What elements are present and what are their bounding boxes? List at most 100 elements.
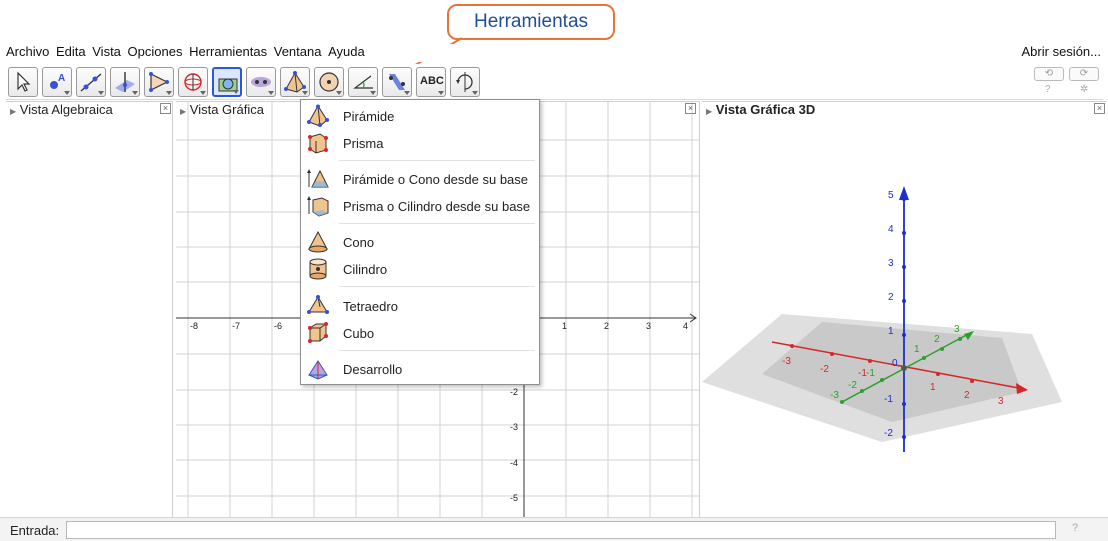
x3d-tick-label: -2	[820, 364, 829, 375]
tool-text[interactable]: ABC	[416, 67, 446, 97]
menu-archivo[interactable]: Archivo	[6, 44, 49, 59]
menu-item-piramide-desde-base[interactable]: Pirámide o Cono desde su base	[303, 166, 537, 192]
menu-item-label: Tetraedro	[343, 299, 398, 314]
y3d-tick-label: -2	[848, 380, 857, 391]
cylinder-icon	[309, 258, 327, 280]
z-tick-label: 4	[888, 224, 894, 235]
menu-separator	[339, 286, 535, 287]
tool-line[interactable]	[76, 67, 106, 97]
menu-item-cilindro[interactable]: Cilindro	[303, 256, 537, 282]
extrude-pyramid-icon	[307, 169, 329, 188]
menu-item-label: Desarrollo	[343, 362, 403, 377]
menu-item-label: Pirámide	[343, 109, 395, 124]
graphics-close-icon[interactable]: ×	[685, 103, 696, 114]
x-tick-label: 4	[683, 321, 689, 331]
graphics-3d-view[interactable]: 5 4 3 2 1 0 -1 -2 -3 -2 -1 1 2 3 -3 -2 -…	[702, 101, 1106, 517]
x3d-tick-label: 3	[998, 396, 1004, 407]
algebra-close-icon[interactable]: ×	[160, 103, 171, 114]
y-tick-label: -4	[510, 458, 519, 468]
input-field[interactable]	[66, 521, 1056, 539]
input-bar: Entrada: ?	[0, 517, 1108, 541]
tool-polygon[interactable]	[144, 67, 174, 97]
axes-3d	[702, 186, 1062, 452]
y-tick-label: -3	[510, 422, 519, 432]
x-tick-label: -8	[190, 321, 199, 331]
tool-rotate-view[interactable]	[450, 67, 480, 97]
menu-item-label: Cubo	[343, 326, 375, 341]
tool-pyramid[interactable]	[280, 67, 310, 97]
x-tick-label: 1	[562, 321, 568, 331]
menu-edita[interactable]: Edita	[56, 44, 86, 59]
z-tick-label: -1	[884, 394, 893, 405]
y3d-tick-label: -3	[830, 390, 839, 401]
x3d-tick-label: 2	[964, 390, 970, 401]
tool-angle[interactable]	[348, 67, 378, 97]
menu-item-cubo[interactable]: Cubo	[303, 320, 537, 346]
tool-point[interactable]: A	[42, 67, 72, 97]
menu-opciones[interactable]: Opciones	[128, 44, 183, 59]
gear-icon[interactable]: ✲	[1080, 84, 1088, 95]
login-link[interactable]: Abrir sesión...	[1022, 44, 1101, 59]
tool-intersect[interactable]	[246, 67, 276, 97]
menu-item-prisma[interactable]: Prisma	[303, 130, 537, 156]
z-tick-label: 0	[892, 358, 898, 369]
input-help-icon[interactable]: ?	[1072, 522, 1078, 534]
menu-vista[interactable]: Vista	[92, 44, 121, 59]
algebra-view-title: Vista Algebraica	[19, 102, 113, 117]
y3d-tick-label: -1	[866, 368, 875, 379]
menu-separator	[339, 223, 535, 224]
graphics-view-header: ▶ Vista Gráfica	[180, 102, 264, 117]
menu-item-desarrollo[interactable]: Desarrollo	[303, 356, 537, 382]
cone-icon	[308, 230, 328, 253]
y3d-tick-label: 1	[914, 344, 920, 355]
z-tick-label: 5	[888, 190, 894, 201]
menu-item-piramide[interactable]: Pirámide	[303, 103, 537, 129]
menu-item-label: Cilindro	[343, 262, 388, 277]
y-tick-label: -5	[510, 493, 519, 503]
pyramid-icon	[307, 104, 329, 127]
menu-separator	[339, 160, 535, 161]
redo-button[interactable]: ⟳	[1069, 67, 1099, 81]
menu-item-label: Cono	[343, 235, 375, 250]
x-tick-label: 3	[646, 321, 652, 331]
cube-icon	[308, 322, 328, 343]
x-tick-label: 2	[604, 321, 610, 331]
menu-item-label: Prisma o Cilindro desde su base	[343, 199, 531, 214]
z-tick-label: 1	[888, 326, 894, 337]
input-label: Entrada:	[10, 523, 60, 538]
tool-dropdown-menu: Pirámide Prisma Pirámide o Cono desde su…	[300, 99, 540, 385]
menu-item-tetraedro[interactable]: Tetraedro	[303, 293, 537, 319]
menu-herramientas[interactable]: Herramientas	[189, 44, 267, 59]
y-tick-label: -2	[510, 387, 519, 397]
z-tick-label: -2	[884, 428, 893, 439]
algebra-view-header: ▶ Vista Algebraica	[10, 102, 113, 117]
tool-move[interactable]	[8, 67, 38, 97]
tool-plane[interactable]	[212, 67, 242, 97]
svg-text:A: A	[58, 73, 65, 84]
algebra-view	[6, 101, 173, 517]
tool-circle-point[interactable]	[314, 67, 344, 97]
tool-sphere[interactable]	[178, 67, 208, 97]
extrude-prism-icon	[307, 196, 329, 217]
help-icon[interactable]: ?	[1045, 84, 1051, 95]
undo-button[interactable]: ⟲	[1034, 67, 1064, 81]
menu-item-label: Prisma	[343, 136, 384, 151]
z-tick-label: 2	[888, 292, 894, 303]
text-abc-icon: ABC	[420, 75, 444, 87]
x3d-tick-label: -3	[782, 356, 791, 367]
menu-item-prisma-desde-base[interactable]: Prisma o Cilindro desde su base	[303, 193, 537, 219]
graphics3d-view-header: ▶ Vista Gráfica 3D	[706, 102, 816, 117]
menu-bar: Archivo Edita Vista Opciones Herramienta…	[6, 44, 1103, 62]
tool-reflect[interactable]	[382, 67, 412, 97]
menu-item-cono[interactable]: Cono	[303, 229, 537, 255]
net-icon	[308, 360, 328, 380]
tool-perpendicular[interactable]	[110, 67, 140, 97]
prism-icon	[308, 133, 328, 154]
graphics3d-close-icon[interactable]: ×	[1094, 103, 1105, 114]
tetrahedron-icon	[307, 295, 329, 314]
x3d-tick-label: 1	[930, 382, 936, 393]
menu-ayuda[interactable]: Ayuda	[328, 44, 365, 59]
menu-ventana[interactable]: Ventana	[274, 44, 322, 59]
y3d-tick-label: 3	[954, 324, 960, 335]
toolbar: A ABC ⟲ ⟳ ? ✲	[6, 64, 1103, 100]
